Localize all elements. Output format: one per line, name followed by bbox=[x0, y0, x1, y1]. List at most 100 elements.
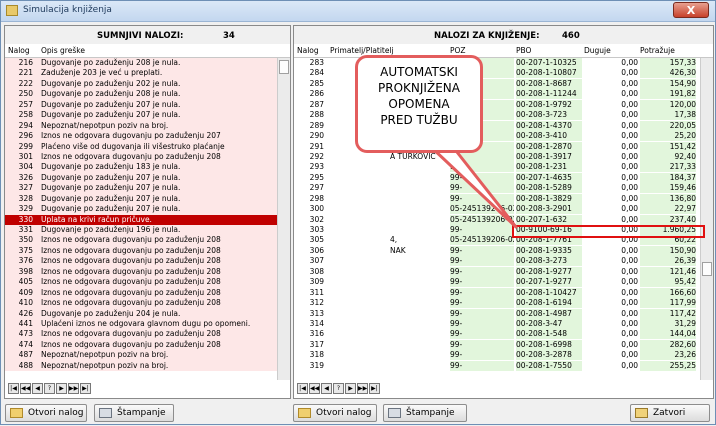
col-header-nalog-right[interactable]: Nalog bbox=[297, 46, 319, 55]
table-row[interactable]: 306 NAK 99- 00-208-1-9335 0,00 150,90 bbox=[294, 245, 700, 257]
table-row[interactable]: 487 Nepoznat/nepotpun poziv na broj. bbox=[5, 350, 277, 361]
table-row[interactable]: 216 Dugovanje po zaduženju 208 je nula. bbox=[5, 58, 277, 69]
table-row[interactable]: 304 Dugovanje po zaduženju 183 je nula. bbox=[5, 162, 277, 173]
nav-button[interactable]: ◀ bbox=[32, 383, 43, 394]
table-row[interactable]: 488 Nepoznat/nepotpun poziv na broj. bbox=[5, 360, 277, 372]
table-row[interactable]: 331 Dugovanje po zaduženju 196 je nula. bbox=[5, 225, 277, 236]
table-row[interactable]: 301 Iznos ne odgovara dugovanju po zaduže… bbox=[5, 151, 277, 163]
table-row[interactable]: 317 99- 00-208-1-6998 0,00 282,60 bbox=[294, 339, 700, 351]
table-row[interactable]: 308 99- 00-208-1-9277 0,00 121,46 bbox=[294, 266, 700, 278]
left-print-button[interactable]: Štampanje bbox=[94, 404, 174, 422]
close-window-button[interactable]: X bbox=[673, 2, 709, 18]
table-row[interactable]: 222 Dugovanje po zaduženju 202 je nula. bbox=[5, 78, 277, 90]
table-row[interactable]: 473 Iznos ne odgovara dugovanju po zaduže… bbox=[5, 329, 277, 340]
cell-nalog: 409 bbox=[18, 287, 33, 297]
nav-button[interactable]: ◀◀ bbox=[309, 383, 320, 394]
table-row[interactable]: 316 99- 00-208-1-548 0,00 144,04 bbox=[294, 329, 700, 340]
table-row[interactable]: 221 Zaduženje 203 je već u preplati. bbox=[5, 68, 277, 79]
cell-poz: 05-245139206-02 bbox=[450, 235, 514, 246]
table-row[interactable]: 409 Iznos ne odgovara dugovanju po zaduže… bbox=[5, 287, 277, 299]
nav-button[interactable]: |◀ bbox=[8, 383, 19, 394]
table-row[interactable]: 302 05-245139206-02 00-207-1-632 0,00 237,40 bbox=[294, 214, 700, 225]
cell-duguje: 0,00 bbox=[621, 162, 638, 172]
nav-button[interactable]: ▶ bbox=[56, 383, 67, 394]
table-row[interactable]: 309 99- 00-207-1-9277 0,00 95,42 bbox=[294, 277, 700, 288]
table-row[interactable]: 297 99- 00-208-1-5289 0,00 159,46 bbox=[294, 183, 700, 194]
table-row[interactable]: 398 Iznos ne odgovara dugovanju po zaduže… bbox=[5, 266, 277, 278]
col-header-pbo[interactable]: PBO bbox=[516, 46, 531, 55]
close-button[interactable]: Zatvori bbox=[630, 404, 710, 422]
table-row[interactable]: 326 Dugovanje po zaduženju 207 je nula. bbox=[5, 172, 277, 184]
cell-opis: Iznos ne odgovara dugovanju po zaduženju… bbox=[41, 151, 221, 161]
table-row[interactable]: 375 Iznos ne odgovara dugovanju po zaduže… bbox=[5, 245, 277, 257]
table-row[interactable]: 405 Iznos ne odgovara dugovanju po zaduže… bbox=[5, 277, 277, 288]
table-row[interactable]: 474 Iznos ne odgovara dugovanju po zaduže… bbox=[5, 339, 277, 351]
cell-duguje: 0,00 bbox=[621, 172, 638, 182]
cell-opis: Dugovanje po zaduženju 207 je nula. bbox=[41, 204, 181, 214]
cell-duguje: 0,00 bbox=[621, 110, 638, 120]
table-row[interactable]: 330 Uplata na krivi račun pričuve. bbox=[5, 214, 277, 225]
nav-button[interactable]: ◀◀ bbox=[20, 383, 31, 394]
table-row[interactable]: 329 Dugovanje po zaduženju 207 je nula. bbox=[5, 204, 277, 215]
table-row[interactable]: 327 Dugovanje po zaduženju 207 je nula. bbox=[5, 183, 277, 194]
table-row[interactable]: 295 99- 00-207-1-4635 0,00 184,37 bbox=[294, 172, 700, 184]
col-header-primatelj[interactable]: Primatelj/Platitelj bbox=[330, 46, 394, 55]
table-row[interactable]: 319 99- 00-208-1-7550 0,00 255,25 bbox=[294, 360, 700, 372]
table-row[interactable]: 250 Dugovanje po zaduženju 208 je nula. bbox=[5, 89, 277, 100]
cell-nalog: 306 bbox=[309, 245, 324, 255]
table-row[interactable]: 257 Dugovanje po zaduženju 207 je nula. bbox=[5, 99, 277, 111]
cell-potrazuje: 92,40 bbox=[640, 151, 696, 162]
nav-button[interactable]: ▶| bbox=[369, 383, 380, 394]
table-row[interactable]: 258 Dugovanje po zaduženju 207 je nula. bbox=[5, 110, 277, 121]
cell-poz: 99- bbox=[450, 256, 514, 267]
right-print-button[interactable]: Štampanje bbox=[383, 404, 467, 422]
cell-duguje: 0,00 bbox=[621, 58, 638, 67]
table-row[interactable]: 313 99- 00-208-1-4987 0,00 117,42 bbox=[294, 308, 700, 319]
cell-opis: Dugovanje po zaduženju 208 je nula. bbox=[41, 58, 181, 67]
cell-potrazuje: 255,25 bbox=[640, 360, 696, 371]
table-row[interactable]: 350 Iznos ne odgovara dugovanju po zaduže… bbox=[5, 235, 277, 246]
right-open-order-button[interactable]: Otvori nalog bbox=[293, 404, 377, 422]
col-header-nalog[interactable]: Nalog bbox=[8, 46, 30, 55]
col-header-duguje[interactable]: Duguje bbox=[584, 46, 611, 55]
table-row[interactable]: 314 99- 00-208-3-47 0,00 31,29 bbox=[294, 318, 700, 330]
table-row[interactable]: 426 Dugovanje po zaduženju 204 je nula. bbox=[5, 308, 277, 319]
table-row[interactable]: 292 A TURKOVIĆ 99- 00-208-1-3917 0,00 92,40 bbox=[294, 151, 700, 163]
table-row[interactable]: 410 Iznos ne odgovara dugovanju po zaduže… bbox=[5, 298, 277, 309]
table-row[interactable]: 441 Uplaćeni iznos ne odgovara glavnom du… bbox=[5, 318, 277, 330]
right-scroll-thumb[interactable] bbox=[702, 262, 712, 276]
table-row[interactable]: 318 99- 00-208-3-2878 0,00 23,26 bbox=[294, 350, 700, 361]
col-header-potrazuje[interactable]: Potražuje bbox=[640, 46, 675, 55]
nav-button[interactable]: |◀ bbox=[297, 383, 308, 394]
table-row[interactable]: 296 Iznos ne odgovara dugovanju po zaduže… bbox=[5, 131, 277, 142]
nav-button[interactable]: ? bbox=[333, 383, 344, 394]
nav-button[interactable]: ◀ bbox=[321, 383, 332, 394]
cell-potrazuje: 25,20 bbox=[640, 131, 696, 142]
cell-duguje: 0,00 bbox=[621, 360, 638, 370]
nav-button[interactable]: ▶| bbox=[80, 383, 91, 394]
left-open-order-button[interactable]: Otvori nalog bbox=[5, 404, 87, 422]
table-row[interactable]: 294 Nepoznat/nepotpun poziv na broj. bbox=[5, 120, 277, 132]
nav-button[interactable]: ▶▶ bbox=[68, 383, 79, 394]
col-header-opis[interactable]: Opis greške bbox=[41, 46, 85, 55]
table-row[interactable]: 376 Iznos ne odgovara dugovanju po zaduže… bbox=[5, 256, 277, 267]
cell-pbo: 00-208-1-10807 bbox=[516, 68, 582, 79]
table-row[interactable]: 300 05-245139206-02 00-208-3-2901 0,00 22,97 bbox=[294, 204, 700, 215]
table-row[interactable]: 307 99- 00-208-3-273 0,00 26,39 bbox=[294, 256, 700, 267]
nav-button[interactable]: ▶ bbox=[345, 383, 356, 394]
table-row[interactable]: 312 99- 00-208-1-6194 0,00 117,99 bbox=[294, 298, 700, 309]
table-row[interactable]: 299 Plaćeno više od dugovanja ili višestr… bbox=[5, 141, 277, 152]
left-scrollbar[interactable] bbox=[277, 58, 290, 380]
table-row[interactable]: 298 99- 00-208-1-3829 0,00 136,80 bbox=[294, 193, 700, 205]
right-scrollbar[interactable] bbox=[700, 58, 713, 380]
col-header-poz[interactable]: POZ bbox=[450, 46, 466, 55]
table-row[interactable]: 293 99- 00-208-1-231 0,00 217,33 bbox=[294, 162, 700, 173]
cell-duguje: 0,00 bbox=[621, 193, 638, 203]
table-row[interactable]: 311 99- 00-208-1-10427 0,00 166,60 bbox=[294, 287, 700, 299]
table-row[interactable]: 328 Dugovanje po zaduženju 207 je nula. bbox=[5, 193, 277, 205]
nav-button[interactable]: ▶▶ bbox=[357, 383, 368, 394]
left-scroll-thumb[interactable] bbox=[279, 60, 289, 74]
cell-nalog: 304 bbox=[18, 162, 33, 172]
nav-button[interactable]: ? bbox=[44, 383, 55, 394]
cell-opis: Dugovanje po zaduženju 207 je nula. bbox=[41, 172, 181, 182]
